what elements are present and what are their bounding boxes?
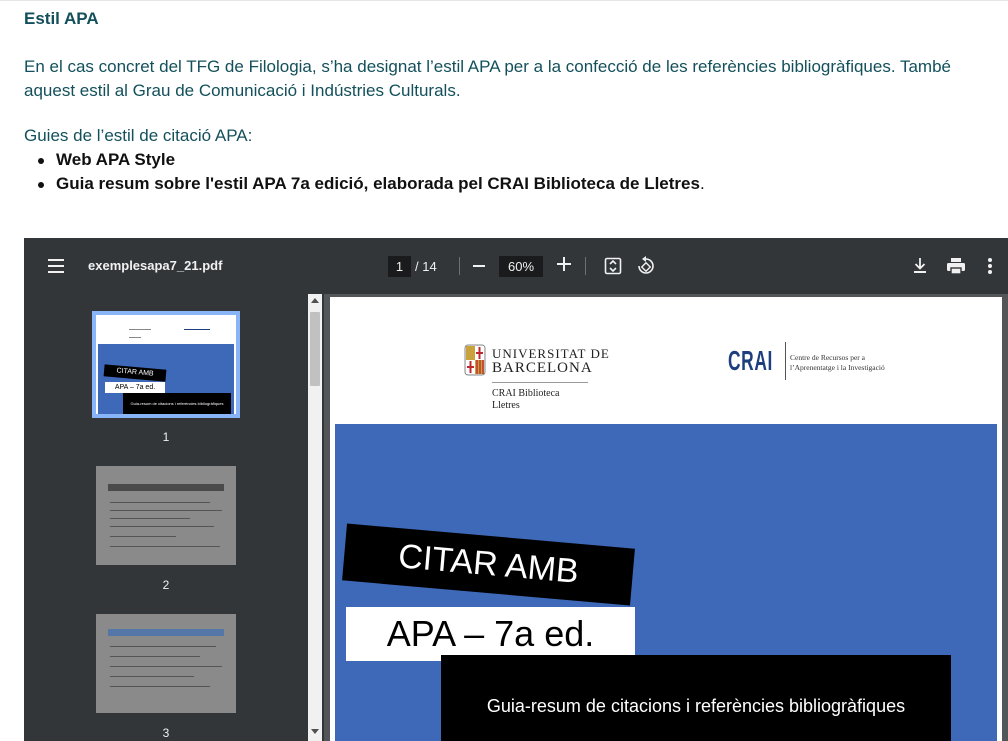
sidebar-scrollbar[interactable]	[308, 294, 322, 741]
intro-paragraph-line: aquest estil al Grau de Comunicació i In…	[24, 81, 461, 100]
page-thumbnail-2[interactable]	[96, 466, 236, 565]
list-item-suffix: .	[699, 174, 705, 193]
scrollbar-thumb[interactable]	[310, 312, 320, 386]
cover-panel: CITAR AMB APA – 7a ed. Guia-resum de cit…	[335, 424, 997, 741]
thumbnail-number: 2	[162, 578, 170, 592]
list-item: Web APA Style	[37, 148, 705, 172]
university-name: BARCELONA	[492, 360, 593, 376]
thumbnail-number: 1	[162, 430, 170, 444]
page-total: / 14	[415, 259, 437, 274]
print-icon[interactable]	[946, 257, 966, 275]
download-icon[interactable]	[912, 257, 928, 275]
scroll-down-icon[interactable]	[311, 729, 319, 734]
zoom-out-icon[interactable]	[473, 265, 485, 267]
cover-title: CITAR AMB	[342, 523, 635, 606]
thumbnail-sidebar: CITAR AMB APA – 7a ed. Guia-resum de cit…	[24, 294, 324, 741]
cover-caption: Guia-resum de citacions i referències bi…	[441, 655, 951, 741]
rotate-icon[interactable]	[636, 256, 656, 276]
list-item: Guia resum sobre l'estil APA 7a edició, …	[37, 172, 705, 196]
menu-icon[interactable]	[48, 259, 64, 273]
scroll-up-icon[interactable]	[311, 298, 319, 303]
section-heading: Estil APA	[24, 9, 99, 28]
crai-description: Centre de Recursos per a l’Aprenentatge …	[790, 353, 885, 372]
zoom-level-input[interactable]: 60%	[499, 256, 543, 277]
web-apa-style-link[interactable]: Web APA Style	[56, 150, 175, 169]
toolbar-divider	[459, 257, 460, 275]
page-thumbnail-3[interactable]	[96, 614, 236, 713]
crai-logo: CRAI	[728, 345, 773, 376]
pdf-viewer: exemplesapa7_21.pdf 1 / 14 60% CITAR AMB…	[24, 238, 1008, 741]
divider	[492, 382, 588, 383]
library-name: CRAI Biblioteca Lletres	[492, 388, 560, 411]
pdf-toolbar: exemplesapa7_21.pdf 1 / 14 60%	[24, 238, 1008, 294]
page-thumbnail-1[interactable]: CITAR AMB APA – 7a ed. Guia-resum de cit…	[92, 311, 240, 418]
guides-list: Web APA Style Guia resum sobre l'estil A…	[37, 148, 705, 196]
guia-resum-apa-link[interactable]: Guia resum sobre l'estil APA 7a edició, …	[56, 174, 700, 193]
university-shield-icon	[464, 344, 486, 376]
pdf-page: UNIVERSITAT DE BARCELONA CRAI Biblioteca…	[330, 297, 1002, 741]
intro-paragraph: En el cas concret del TFG de Filologia, …	[24, 55, 1008, 103]
toolbar-divider	[585, 257, 586, 275]
intro-paragraph-line: En el cas concret del TFG de Filologia, …	[24, 57, 952, 76]
top-divider	[0, 0, 1008, 1]
page-number-input[interactable]: 1	[388, 256, 411, 277]
more-options-icon[interactable]	[987, 257, 993, 275]
thumbnail-number: 3	[162, 726, 170, 740]
zoom-in-icon[interactable]	[557, 257, 571, 271]
pdf-filename: exemplesapa7_21.pdf	[88, 258, 223, 273]
cover-subtitle: APA – 7a ed.	[346, 607, 635, 661]
divider	[785, 342, 786, 380]
fit-page-icon[interactable]	[604, 257, 622, 275]
guides-intro: Guies de l’estil de citació APA:	[24, 126, 253, 145]
